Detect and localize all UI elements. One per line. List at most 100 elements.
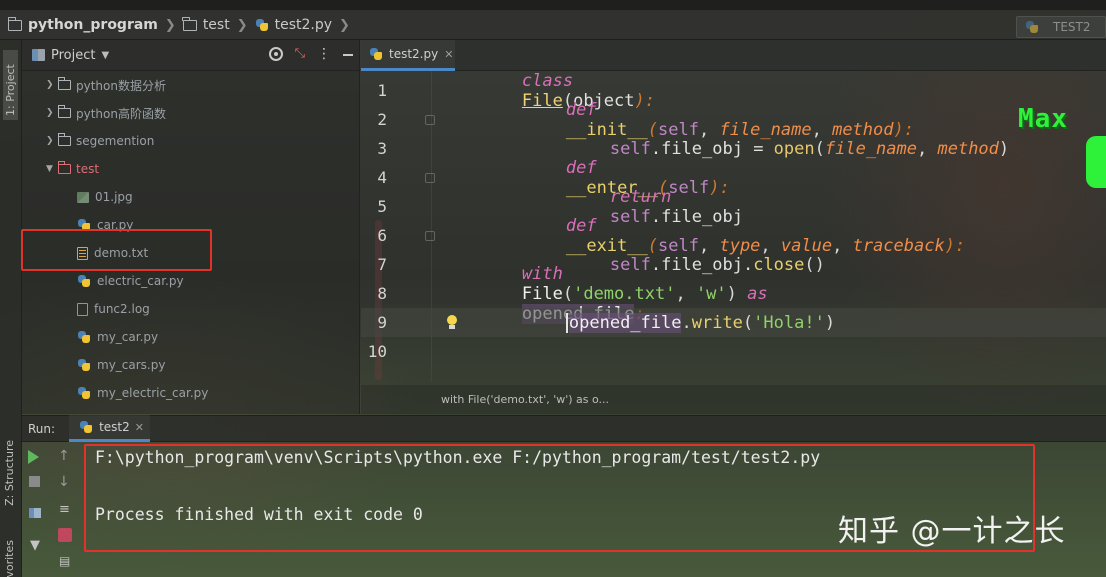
tree-item-file[interactable]: my_cars.py bbox=[77, 351, 165, 379]
parameter: file_name bbox=[824, 138, 917, 159]
clear-all-icon[interactable]: ▤ bbox=[59, 554, 75, 570]
fold-marker-icon[interactable] bbox=[425, 114, 435, 125]
chevron-right-icon[interactable]: ❯ bbox=[46, 136, 58, 146]
builtin: open bbox=[773, 138, 815, 159]
fold-marker-icon[interactable] bbox=[425, 230, 435, 241]
tree-item-folder[interactable]: ❯ segemention bbox=[46, 127, 154, 155]
project-view-selector[interactable]: Project bbox=[51, 48, 95, 63]
collapse-all-icon[interactable]: ⤡ bbox=[295, 47, 305, 61]
stop-icon[interactable] bbox=[29, 476, 40, 487]
restore-layout-icon[interactable] bbox=[29, 508, 41, 518]
arrow-up-icon[interactable]: ↑ bbox=[58, 448, 74, 464]
line-number: 3 bbox=[377, 139, 387, 158]
python-file-icon bbox=[1025, 20, 1039, 34]
console-line: F:\python_program\venv\Scripts\python.ex… bbox=[95, 448, 821, 467]
locate-file-icon[interactable] bbox=[268, 47, 283, 61]
folder-icon bbox=[57, 77, 71, 90]
chevron-down-icon[interactable]: ▼ bbox=[101, 50, 109, 61]
image-file-icon bbox=[77, 191, 89, 203]
project-panel-header: Project ▼ ⤡ ⋮ bbox=[22, 40, 359, 71]
keyword: def bbox=[565, 99, 597, 120]
breadcrumb: python_program ❯ test ❯ test2.py ❯ bbox=[0, 10, 357, 40]
tree-item-folder[interactable]: ❯ python高阶函数 bbox=[46, 99, 166, 127]
tree-item-file[interactable]: electric_car.py bbox=[77, 267, 184, 295]
project-panel: Project ▼ ⤡ ⋮ ❯ python数据分析 ❯ python高阶函数 … bbox=[22, 40, 382, 414]
close-icon[interactable]: ✕ bbox=[135, 421, 144, 434]
python-file-icon bbox=[77, 274, 91, 288]
chevron-right-icon: ❯ bbox=[164, 17, 176, 33]
python-file-icon bbox=[369, 47, 383, 61]
tree-item-label: 01.jpg bbox=[95, 190, 133, 204]
pin-icon[interactable]: ▼ bbox=[30, 538, 46, 554]
crumb-label: test2.py bbox=[274, 17, 333, 33]
tree-item-label: python高阶函数 bbox=[76, 106, 166, 121]
keyword: def bbox=[565, 215, 597, 236]
log-file-icon bbox=[77, 302, 88, 316]
soft-wrap-icon[interactable]: ≡ bbox=[59, 502, 75, 518]
crumb-file[interactable]: test2.py bbox=[255, 17, 332, 33]
tool-tab-project[interactable]: 1: Project bbox=[3, 50, 18, 120]
python-file-icon bbox=[79, 420, 93, 434]
code-line[interactable]: 10 bbox=[361, 337, 1106, 366]
run-configuration-selector[interactable]: TEST2 bbox=[1016, 16, 1106, 38]
folder-icon bbox=[7, 16, 22, 31]
python-file-icon bbox=[77, 386, 91, 400]
tool-tab-structure[interactable]: Z: Structure bbox=[3, 440, 16, 506]
run-label: Run: bbox=[28, 421, 56, 436]
punct: ( bbox=[814, 138, 825, 159]
rerun-icon[interactable] bbox=[28, 450, 39, 464]
parameter: method bbox=[937, 138, 999, 159]
run-configuration-label: TEST2 bbox=[1053, 20, 1091, 34]
run-toolbar: ↑ ↓ ≡ ▼ ▤ bbox=[22, 442, 80, 577]
tree-item-file[interactable]: 01.jpg bbox=[77, 183, 133, 211]
navigation-bar: python_program ❯ test ❯ test2.py ❯ TEST2 bbox=[0, 0, 1106, 40]
tree-item-file[interactable]: my_car.py bbox=[77, 323, 158, 351]
max-sticker: Max bbox=[1018, 104, 1068, 134]
run-tab-test2[interactable]: test2 ✕ bbox=[69, 415, 150, 442]
tool-tab-favorites[interactable]: vorites bbox=[3, 540, 16, 577]
line-number: 5 bbox=[377, 197, 387, 216]
project-icon bbox=[32, 49, 45, 61]
code-breadcrumb[interactable]: with File('demo.txt', 'w') as o... bbox=[361, 385, 1106, 414]
tree-item-label: test bbox=[76, 162, 100, 176]
line-number: 8 bbox=[377, 284, 387, 303]
line-number: 9 bbox=[377, 313, 387, 332]
line-number: 6 bbox=[377, 226, 387, 245]
method-name: write bbox=[691, 312, 743, 333]
lightbulb-icon[interactable] bbox=[445, 314, 459, 331]
crumb-project[interactable]: python_program bbox=[0, 16, 158, 33]
punct: () bbox=[804, 254, 825, 275]
tree-item-file[interactable]: my_electric_car.py bbox=[77, 379, 208, 407]
crumb-label: test bbox=[202, 17, 230, 33]
tree-item-label: my_car.py bbox=[97, 330, 159, 344]
code-editor: test2.py ✕ 1 class File(object): 2 def _… bbox=[361, 40, 1106, 414]
run-tab-label: test2 bbox=[99, 420, 130, 434]
punct: , bbox=[917, 138, 938, 159]
folder-icon bbox=[182, 16, 197, 31]
tree-item-file[interactable]: func2.log bbox=[77, 295, 150, 323]
print-icon[interactable] bbox=[58, 528, 72, 542]
python-file-icon bbox=[255, 18, 269, 32]
chevron-down-icon[interactable]: ▼ bbox=[46, 164, 58, 174]
arrow-down-icon[interactable]: ↓ bbox=[58, 474, 74, 490]
text-cursor bbox=[565, 312, 568, 333]
variable-highlighted: opened_file bbox=[568, 312, 682, 333]
crumb-folder[interactable]: test bbox=[182, 16, 230, 33]
green-sticker-shape bbox=[1086, 136, 1106, 188]
tree-item-folder-test[interactable]: ▼ test bbox=[46, 155, 99, 183]
chevron-right-icon[interactable]: ❯ bbox=[46, 80, 58, 90]
more-options-icon[interactable]: ⋮ bbox=[317, 47, 331, 61]
chevron-right-icon[interactable]: ❯ bbox=[46, 108, 58, 118]
code-line[interactable]: 3 self.file_obj = open(file_name, method… bbox=[361, 134, 1106, 163]
tree-item-label: func2.log bbox=[94, 302, 150, 316]
fold-marker-icon[interactable] bbox=[425, 172, 435, 183]
punct: ( bbox=[742, 312, 754, 333]
minimize-icon[interactable] bbox=[343, 54, 353, 56]
code-line-current[interactable]: 9 opened_file.write('Hola!') bbox=[361, 308, 1106, 337]
code-area[interactable]: 1 class File(object): 2 def __init__(sel… bbox=[361, 71, 1106, 381]
tree-item-folder[interactable]: ❯ python数据分析 bbox=[46, 71, 166, 99]
tree-item-label: my_electric_car.py bbox=[97, 386, 209, 400]
zhihu-watermark: 知乎 @一计之长 bbox=[838, 514, 1066, 549]
line-number: 2 bbox=[377, 110, 387, 129]
string-literal: 'Hola!' bbox=[753, 312, 825, 333]
